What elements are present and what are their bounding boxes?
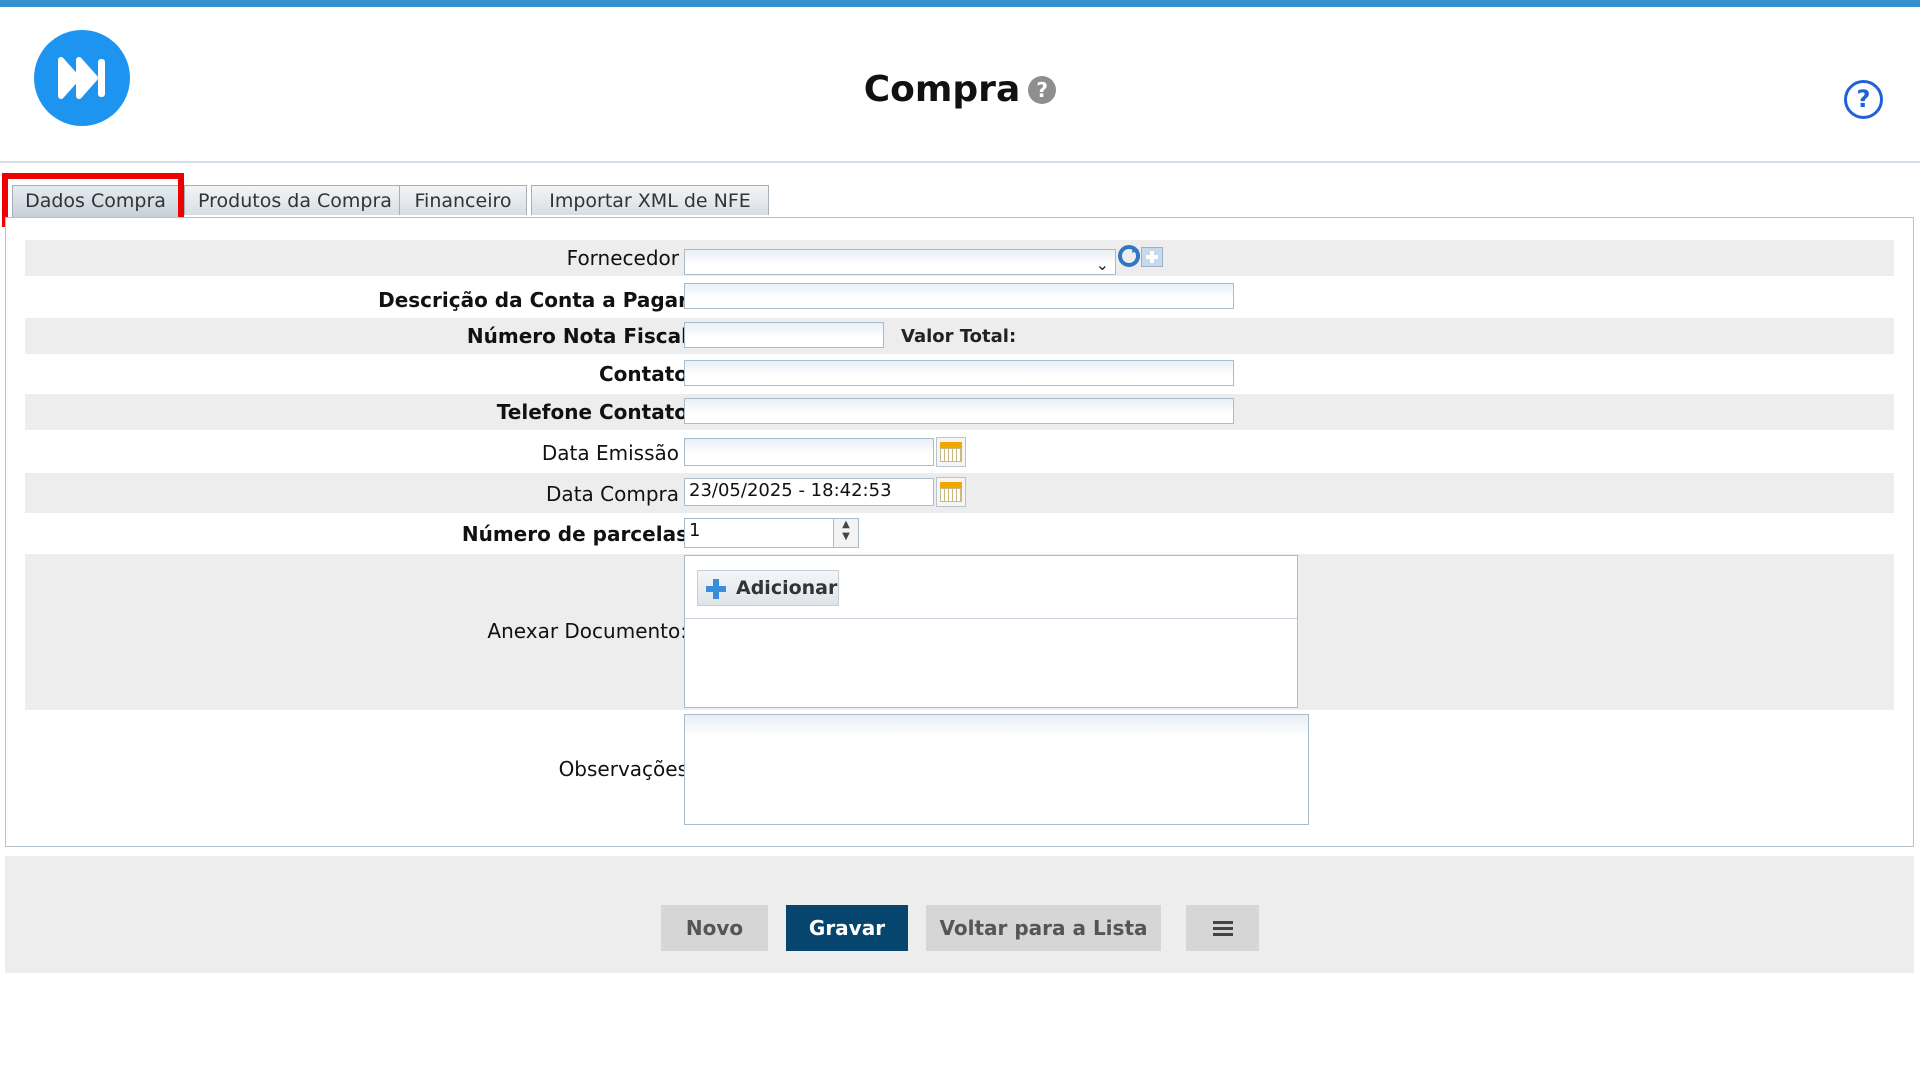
data-compra-input[interactable]: 23/05/2025 - 18:42:53	[684, 478, 934, 506]
tab-importar-xml[interactable]: Importar XML de NFE	[531, 185, 769, 215]
contato-label: Contato	[598, 362, 688, 386]
tab-produtos-da-compra[interactable]: Produtos da Compra	[184, 185, 406, 215]
page-header: Compra? ?	[0, 7, 1920, 163]
parcelas-stepper[interactable]: 1 ▲ ▼	[684, 518, 859, 548]
add-document-label: Adicionar	[736, 577, 838, 599]
tab-dados-compra[interactable]: Dados Compra	[12, 185, 179, 217]
nota-fiscal-label: Número Nota Fiscal	[466, 324, 688, 348]
stepper-arrows-icon[interactable]: ▲ ▼	[833, 519, 858, 547]
novo-button[interactable]: Novo	[661, 905, 768, 951]
attach-document-box: Adicionar	[684, 555, 1298, 708]
telefone-label: Telefone Contato	[496, 400, 688, 424]
data-emissao-label: Data Emissão	[541, 441, 679, 465]
row-parcelas: Número de parcelas	[25, 514, 1894, 554]
valor-total-label: Valor Total:	[901, 326, 1017, 347]
title-help-icon[interactable]: ?	[1028, 75, 1057, 104]
refresh-icon[interactable]	[1117, 244, 1141, 268]
fornecedor-label: Fornecedor	[566, 246, 679, 270]
tab-financeiro[interactable]: Financeiro	[399, 185, 527, 215]
observacoes-textarea[interactable]	[684, 714, 1309, 825]
parcelas-label: Número de parcelas	[461, 522, 688, 546]
descricao-label: Descrição da Conta a Pagar	[378, 288, 688, 312]
descricao-input[interactable]	[684, 283, 1234, 309]
fornecedor-select[interactable]: ⌄	[684, 249, 1116, 275]
list-icon[interactable]	[1186, 905, 1259, 951]
top-accent-bar	[0, 0, 1920, 7]
help-circle-icon[interactable]: ?	[1844, 80, 1883, 119]
action-footer: Novo Gravar Voltar para a Lista	[5, 856, 1914, 973]
calendar-icon[interactable]	[936, 477, 966, 507]
data-compra-label: Data Compra	[546, 482, 679, 506]
gravar-button[interactable]: Gravar	[786, 905, 908, 951]
plus-icon	[706, 579, 726, 599]
chevron-down-icon: ⌄	[1095, 255, 1109, 274]
page-title-container: Compra?	[0, 69, 1920, 110]
attach-divider	[685, 618, 1297, 619]
page-title: Compra	[863, 69, 1021, 110]
observacoes-label: Observações	[558, 757, 688, 781]
row-nota-fiscal: Número Nota Fiscal Valor Total:	[25, 318, 1894, 354]
calendar-icon[interactable]	[936, 437, 966, 467]
anexar-label: Anexar Documento:	[487, 619, 687, 643]
data-emissao-input[interactable]	[684, 438, 934, 466]
contato-input[interactable]	[684, 360, 1234, 386]
add-document-button[interactable]: Adicionar	[697, 570, 839, 606]
telefone-input[interactable]	[684, 398, 1234, 424]
voltar-para-lista-button[interactable]: Voltar para a Lista	[926, 905, 1161, 951]
add-fornecedor-icon[interactable]	[1141, 247, 1163, 267]
nota-fiscal-input[interactable]	[684, 322, 884, 348]
parcelas-value: 1	[689, 520, 701, 541]
